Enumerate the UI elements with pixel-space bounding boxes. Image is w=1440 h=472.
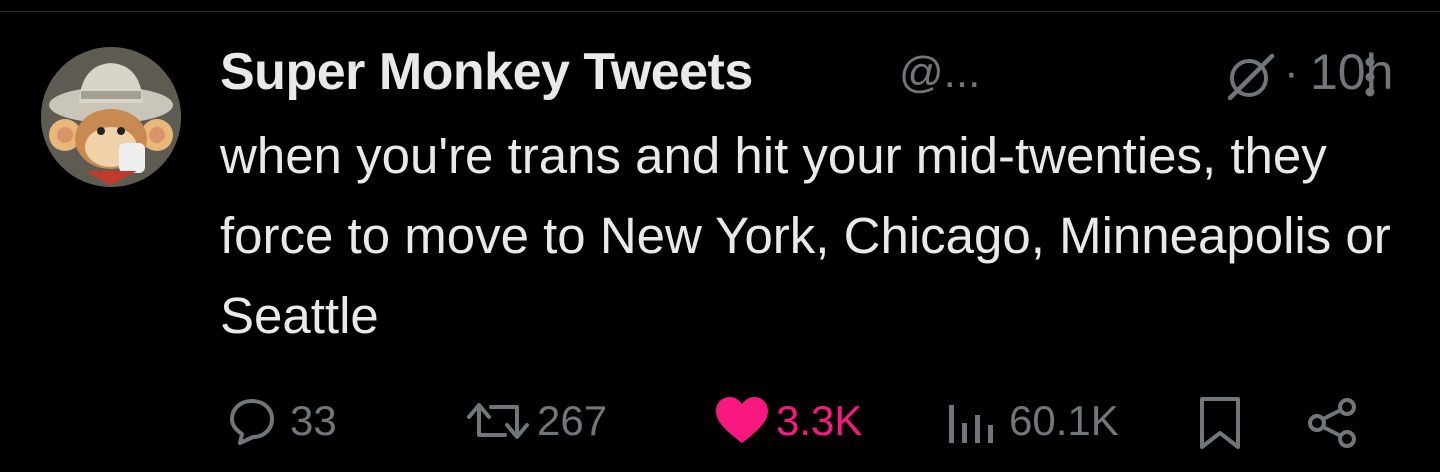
display-name[interactable]: Super Monkey Tweets [220,40,753,104]
like-button[interactable]: 3.3K [714,390,884,452]
heart-icon [716,397,768,443]
views-count: 60.1K [1009,397,1119,444]
like-count: 3.3K [776,397,863,444]
views-button[interactable]: 60.1K [945,390,1135,452]
repost-icon [467,403,529,439]
grok-icon[interactable] [1220,50,1278,102]
reply-button[interactable]: 33 [220,390,360,452]
action-bar: 33 267 3.3K 60.1K [220,390,1400,452]
repost-button[interactable]: 267 [465,390,625,452]
share-button[interactable] [1305,390,1365,452]
repost-count: 267 [537,397,608,444]
top-divider [0,11,1440,12]
bookmark-icon [1200,397,1240,449]
reply-icon [230,399,274,445]
time-separator: · [1284,48,1299,97]
more-options-icon[interactable] [1358,52,1382,102]
tweet-text: when you're trans and hit your mid-twent… [220,127,1391,344]
handle[interactable]: @... [899,40,980,106]
bookmark-button[interactable] [1190,390,1250,452]
reply-count: 33 [290,397,337,444]
views-icon [949,405,993,443]
share-icon [1308,398,1356,448]
avatar[interactable] [41,47,181,187]
tweet-header: Super Monkey Tweets @... · 10h [220,40,1400,104]
